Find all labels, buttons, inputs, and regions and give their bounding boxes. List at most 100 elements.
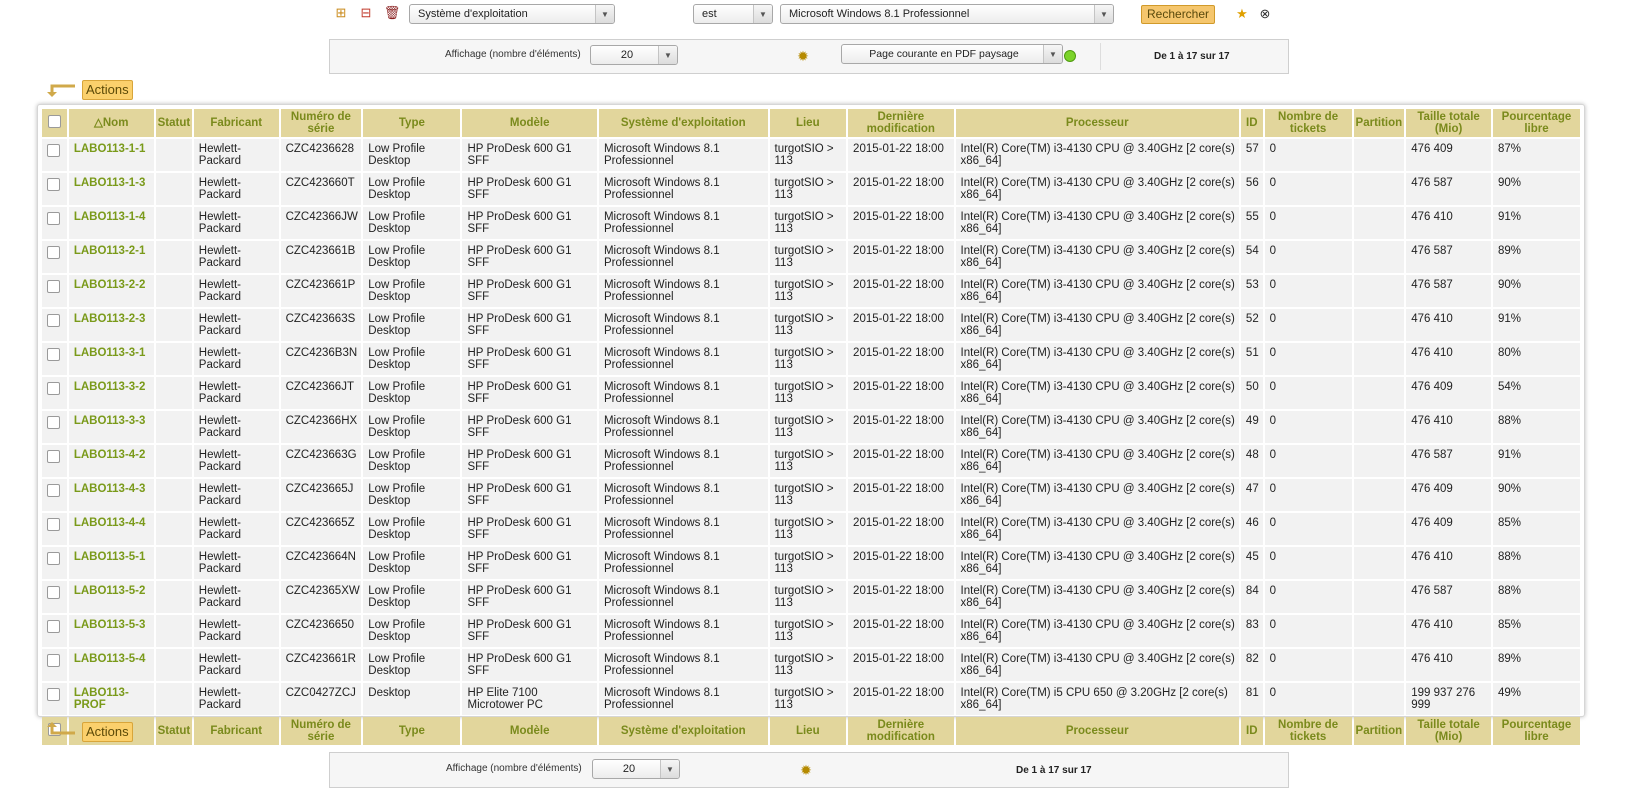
name-cell[interactable]: LABO113-5-2 bbox=[68, 581, 154, 613]
sort-asc-icon: △ bbox=[94, 117, 103, 129]
add-global-criterion-icon[interactable]: ⊟ bbox=[358, 5, 374, 21]
row-checkbox[interactable] bbox=[47, 212, 60, 225]
column-header[interactable]: Fabricant bbox=[193, 109, 279, 137]
modified-cell: 2015-01-22 18:00 bbox=[848, 547, 954, 579]
row-checkbox[interactable] bbox=[47, 518, 60, 531]
bookmark-star-icon[interactable]: ★ bbox=[1234, 6, 1250, 22]
modified-cell: 2015-01-22 18:00 bbox=[848, 683, 954, 715]
name-cell[interactable]: LABO113-2-1 bbox=[68, 241, 154, 273]
column-header[interactable]: Dernière modification bbox=[848, 109, 954, 137]
column-header[interactable]: ID bbox=[1240, 717, 1263, 745]
actions-button[interactable]: Actions bbox=[82, 722, 133, 742]
size-cell: 476 410 bbox=[1406, 547, 1491, 579]
free-percent-cell: 87% bbox=[1492, 139, 1580, 171]
name-cell[interactable]: LABO113-4-2 bbox=[68, 445, 154, 477]
column-header[interactable]: Système d'exploitation bbox=[598, 717, 768, 745]
name-cell[interactable]: LABO113-4-3 bbox=[68, 479, 154, 511]
row-checkbox[interactable] bbox=[47, 484, 60, 497]
column-header[interactable]: Processeur bbox=[955, 109, 1239, 137]
name-cell[interactable]: LABO113-5-4 bbox=[68, 649, 154, 681]
reset-search-icon[interactable]: ⊗ bbox=[1257, 6, 1273, 22]
display-count-select[interactable]: 20 ▼ bbox=[590, 45, 678, 65]
location-cell: turgotSIO > 113 bbox=[769, 207, 847, 239]
column-header[interactable]: ID bbox=[1240, 109, 1263, 137]
model-cell: HP ProDesk 600 G1 SFF bbox=[462, 309, 597, 341]
status-cell bbox=[155, 309, 192, 341]
row-checkbox[interactable] bbox=[47, 450, 60, 463]
status-cell bbox=[155, 377, 192, 409]
export-select[interactable]: Page courante en PDF paysage ▼ bbox=[841, 44, 1063, 64]
row-checkbox[interactable] bbox=[47, 654, 60, 667]
row-checkbox[interactable] bbox=[47, 586, 60, 599]
name-cell[interactable]: LABO113-5-1 bbox=[68, 547, 154, 579]
search-options-icon[interactable]: ✹ bbox=[795, 48, 811, 64]
name-cell[interactable]: LABO113-5-3 bbox=[68, 615, 154, 647]
select-all-checkbox[interactable] bbox=[47, 115, 61, 128]
row-checkbox[interactable] bbox=[47, 348, 60, 361]
column-header[interactable]: Modèle bbox=[462, 109, 597, 137]
search-button[interactable]: Rechercher bbox=[1141, 5, 1216, 24]
name-cell[interactable]: LABO113-3-1 bbox=[68, 343, 154, 375]
name-cell[interactable]: LABO113-1-1 bbox=[68, 139, 154, 171]
name-cell[interactable]: LABO113-PROF bbox=[68, 683, 154, 715]
tickets-cell: 0 bbox=[1264, 581, 1352, 613]
type-cell: Low Profile Desktop bbox=[363, 547, 461, 579]
row-checkbox[interactable] bbox=[47, 382, 60, 395]
display-count-select[interactable]: 20 ▼ bbox=[592, 759, 680, 779]
name-cell[interactable]: LABO113-3-2 bbox=[68, 377, 154, 409]
row-checkbox[interactable] bbox=[47, 178, 60, 191]
name-cell[interactable]: LABO113-2-3 bbox=[68, 309, 154, 341]
row-checkbox[interactable] bbox=[47, 688, 60, 701]
actions-button[interactable]: Actions bbox=[82, 80, 133, 100]
column-header[interactable]: Pourcentage libre bbox=[1492, 717, 1580, 745]
column-header[interactable]: Modèle bbox=[462, 717, 597, 745]
name-cell[interactable]: LABO113-3-3 bbox=[68, 411, 154, 443]
column-header[interactable]: Lieu bbox=[769, 717, 847, 745]
column-header[interactable]: Système d'exploitation bbox=[598, 109, 768, 137]
column-header[interactable]: △Nom bbox=[68, 109, 154, 137]
tickets-cell: 0 bbox=[1264, 445, 1352, 477]
name-cell[interactable]: LABO113-4-4 bbox=[68, 513, 154, 545]
row-checkbox[interactable] bbox=[47, 144, 60, 157]
column-header[interactable]: Numéro de série bbox=[280, 109, 362, 137]
column-header[interactable]: Dernière modification bbox=[848, 717, 954, 745]
column-header[interactable]: Statut bbox=[155, 109, 192, 137]
row-checkbox[interactable] bbox=[47, 246, 60, 259]
search-field-select[interactable]: Système d'exploitation ▼ bbox=[409, 4, 615, 24]
status-cell bbox=[155, 207, 192, 239]
name-cell[interactable]: LABO113-2-2 bbox=[68, 275, 154, 307]
row-checkbox[interactable] bbox=[47, 416, 60, 429]
add-criterion-icon[interactable]: ⊞ bbox=[333, 5, 349, 21]
os-cell: Microsoft Windows 8.1 Professionnel bbox=[598, 581, 768, 613]
column-header[interactable]: Type bbox=[363, 717, 461, 745]
type-cell: Low Profile Desktop bbox=[363, 309, 461, 341]
column-header[interactable]: Pourcentage libre bbox=[1492, 109, 1580, 137]
name-cell[interactable]: LABO113-1-4 bbox=[68, 207, 154, 239]
column-header[interactable]: Partition bbox=[1353, 717, 1405, 745]
footer-row: △Nom Statut Fabricant Numéro de série Ty… bbox=[42, 717, 1580, 745]
name-cell[interactable]: LABO113-1-3 bbox=[68, 173, 154, 205]
row-checkbox[interactable] bbox=[47, 280, 60, 293]
search-operator-select[interactable]: est ▼ bbox=[693, 4, 773, 24]
row-checkbox[interactable] bbox=[47, 620, 60, 633]
search-operator-value: est bbox=[702, 8, 717, 20]
column-header[interactable]: Type bbox=[363, 109, 461, 137]
row-checkbox[interactable] bbox=[47, 314, 60, 327]
column-header[interactable]: Taille totale (Mio) bbox=[1406, 717, 1491, 745]
search-value-select[interactable]: Microsoft Windows 8.1 Professionnel ▼ bbox=[780, 4, 1114, 24]
export-go-icon[interactable] bbox=[1064, 50, 1076, 62]
column-header[interactable]: Numéro de série bbox=[280, 717, 362, 745]
size-cell: 476 409 bbox=[1406, 377, 1491, 409]
arrow-down-left-icon bbox=[47, 84, 75, 97]
column-header[interactable]: Partition bbox=[1353, 109, 1405, 137]
column-header[interactable]: Processeur bbox=[955, 717, 1239, 745]
column-header[interactable]: Fabricant bbox=[193, 717, 279, 745]
search-options-icon[interactable]: ✹ bbox=[798, 762, 814, 778]
delete-criterion-icon[interactable]: 🗑 bbox=[384, 5, 401, 21]
column-header[interactable]: Nombre de tickets bbox=[1264, 109, 1352, 137]
column-header[interactable]: Nombre de tickets bbox=[1264, 717, 1352, 745]
row-checkbox[interactable] bbox=[47, 552, 60, 565]
processor-cell: Intel(R) Core(TM) i3-4130 CPU @ 3.40GHz … bbox=[955, 445, 1239, 477]
column-header[interactable]: Lieu bbox=[769, 109, 847, 137]
column-header[interactable]: Taille totale (Mio) bbox=[1406, 109, 1491, 137]
